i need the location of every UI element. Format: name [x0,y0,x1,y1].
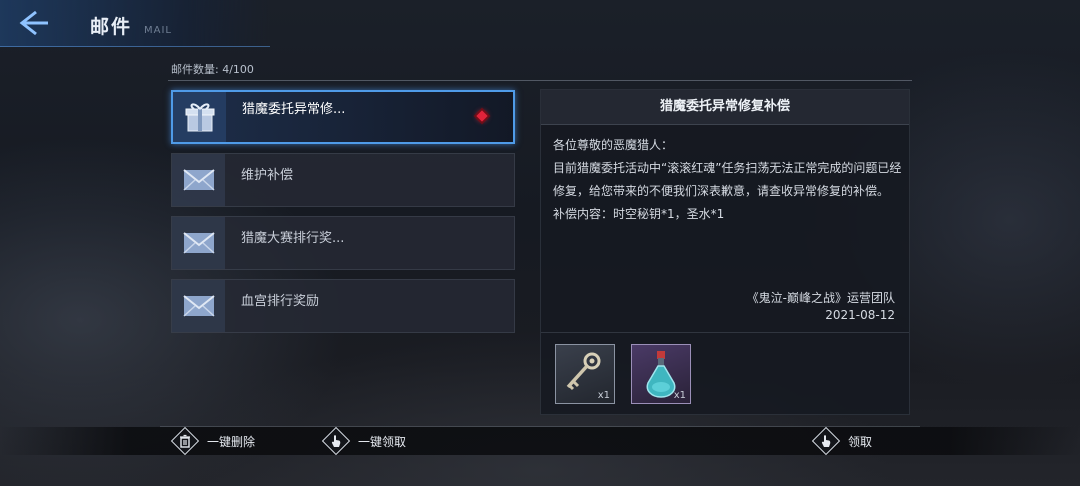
page-title: 邮件 [90,16,133,38]
mail-item[interactable]: 猎魔委托异常修... [171,90,515,144]
claim-all-label: 一键领取 [358,434,407,449]
divider [168,80,912,81]
mail-signature-block: 《鬼泣-巅峰之战》运营团队 2021-08-12 [747,290,895,324]
delete-all-label: 一键删除 [207,434,256,449]
envelope-icon [172,154,225,206]
attachment-key[interactable]: x1 [555,344,615,404]
attachment-qty: x1 [673,390,686,401]
mail-item[interactable]: 血宫排行奖励 [171,279,515,333]
action-bar [0,427,1080,455]
mail-count: 邮件数量: 4/100 [171,63,254,76]
back-button[interactable] [14,8,58,38]
divider [541,332,909,333]
mail-item[interactable]: 维护补偿 [171,153,515,207]
attachment-potion[interactable]: x1 [631,344,691,404]
page-subtitle: MAIL [144,25,172,36]
hand-pointer-icon [814,429,838,453]
mail-greeting: 各位尊敬的恶魔猎人： [553,138,674,152]
claim-button[interactable]: 领取 [814,427,872,455]
claim-label: 领取 [848,434,873,449]
mail-paragraph: 目前猎魔委托活动中“滚滚红魂”任务扫荡无法正常完成的问题已经修复，给您带来的不便… [553,161,902,198]
mail-date: 2021-08-12 [825,308,895,322]
top-bar: 邮件 MAIL [0,0,270,47]
mail-body: 各位尊敬的恶魔猎人： 目前猎魔委托活动中“滚滚红魂”任务扫荡无法正常完成的问题已… [553,134,903,226]
mail-title: 血宫排行奖励 [241,294,320,309]
mail-item[interactable]: 猎魔大赛排行奖... [171,216,515,270]
claim-all-button[interactable]: 一键领取 [324,427,406,455]
mail-signature: 《鬼泣-巅峰之战》运营团队 [746,291,895,305]
mail-detail-panel: 猎魔委托异常修复补偿 各位尊敬的恶魔猎人： 目前猎魔委托活动中“滚滚红魂”任务扫… [540,89,910,415]
hand-pointer-icon [324,429,348,453]
mail-title: 猎魔委托异常修... [242,102,346,117]
mail-list: 猎魔委托异常修... 维护补偿 猎魔大赛排行奖... 血宫排行奖励 [171,90,515,342]
unread-badge [476,110,488,122]
mail-title: 猎魔大赛排行奖... [241,231,345,246]
envelope-icon [172,217,225,269]
gift-icon [173,92,226,142]
envelope-icon [172,280,225,332]
attachment-qty: x1 [597,390,610,401]
mail-detail-title: 猎魔委托异常修复补偿 [541,90,909,125]
delete-all-button[interactable]: 一键删除 [173,427,255,455]
mail-title: 维护补偿 [241,168,294,183]
trash-icon [173,429,197,453]
mail-rewards-line: 补偿内容：时空秘钥*1，圣水*1 [553,207,725,221]
back-arrow-icon [19,10,48,36]
